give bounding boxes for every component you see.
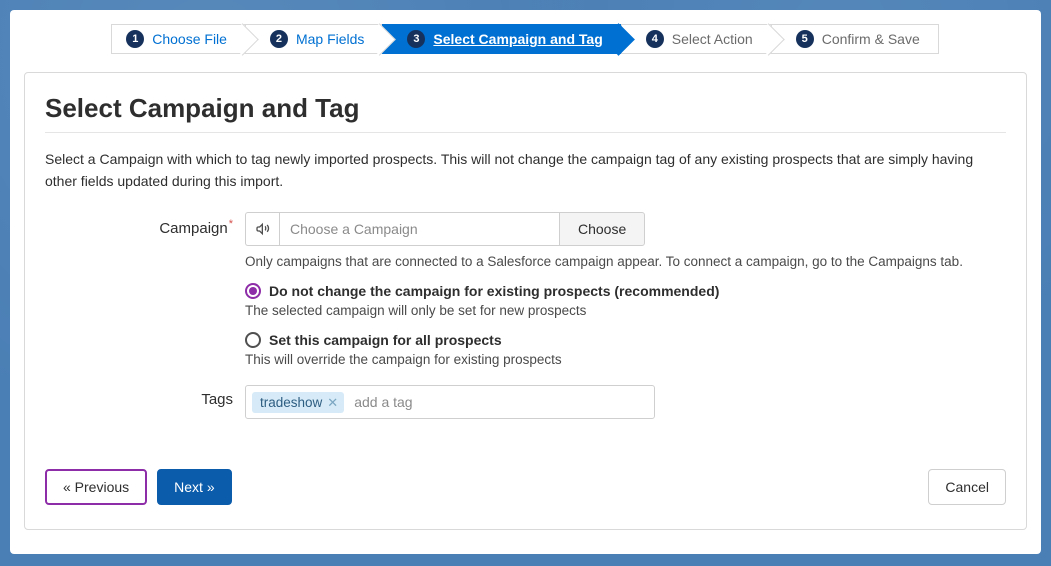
campaign-label: Campaign* — [45, 212, 245, 237]
page-title: Select Campaign and Tag — [45, 93, 1006, 124]
step-number: 2 — [270, 30, 288, 48]
campaign-helper-text: Only campaigns that are connected to a S… — [245, 254, 1006, 269]
step-label: Select Campaign and Tag — [433, 31, 602, 47]
step-label: Confirm & Save — [822, 31, 920, 47]
radio-keep-help: The selected campaign will only be set f… — [245, 303, 1006, 318]
radio-keep-existing[interactable] — [245, 283, 261, 299]
step-number: 3 — [407, 30, 425, 48]
step-number: 4 — [646, 30, 664, 48]
main-panel: Select Campaign and Tag Select a Campaig… — [24, 72, 1027, 530]
bullhorn-icon — [245, 212, 279, 246]
footer-right: Cancel — [928, 469, 1006, 505]
step-number: 1 — [126, 30, 144, 48]
next-button[interactable]: Next » — [157, 469, 231, 505]
tag-chip: tradeshow ✕ — [252, 392, 344, 413]
campaign-input-row: Choose — [245, 212, 1006, 246]
required-marker: * — [229, 218, 233, 230]
tag-text: tradeshow — [260, 395, 322, 410]
campaign-field-block: Choose Only campaigns that are connected… — [245, 212, 1006, 367]
previous-button[interactable]: « Previous — [45, 469, 147, 505]
campaign-label-text: Campaign — [159, 220, 227, 237]
tags-input[interactable] — [350, 390, 648, 414]
remove-tag-icon[interactable]: ✕ — [327, 396, 338, 409]
radio-set-all-label[interactable]: Set this campaign for all prospects — [269, 332, 502, 348]
step-number: 5 — [796, 30, 814, 48]
wizard-step-map-fields[interactable]: 2 Map Fields — [245, 24, 383, 54]
choose-campaign-button[interactable]: Choose — [559, 212, 645, 246]
wizard-step-select-campaign[interactable]: 3 Select Campaign and Tag — [382, 24, 621, 54]
tags-field-block: tradeshow ✕ — [245, 385, 1006, 419]
footer-row: « Previous Next » Cancel — [45, 469, 1006, 505]
form-grid: Campaign* Choose Only campaigns that are… — [45, 212, 1006, 419]
import-wizard-card: 1 Choose File 2 Map Fields 3 Select Camp… — [10, 10, 1041, 554]
tags-input-box[interactable]: tradeshow ✕ — [245, 385, 655, 419]
campaign-input[interactable] — [279, 212, 559, 246]
title-divider — [45, 132, 1006, 133]
radio-set-all[interactable] — [245, 332, 261, 348]
cancel-button[interactable]: Cancel — [928, 469, 1006, 505]
tags-label: Tags — [45, 385, 245, 408]
radio-keep-label[interactable]: Do not change the campaign for existing … — [269, 283, 719, 299]
wizard-step-choose-file[interactable]: 1 Choose File — [111, 24, 246, 54]
step-label: Choose File — [152, 31, 227, 47]
radio-set-all-help: This will override the campaign for exis… — [245, 352, 1006, 367]
step-label: Select Action — [672, 31, 753, 47]
page-description: Select a Campaign with which to tag newl… — [45, 149, 1006, 192]
campaign-option-keep: Do not change the campaign for existing … — [245, 283, 1006, 318]
campaign-option-setall: Set this campaign for all prospects This… — [245, 332, 1006, 367]
step-label: Map Fields — [296, 31, 364, 47]
wizard-steps: 1 Choose File 2 Map Fields 3 Select Camp… — [24, 24, 1027, 54]
wizard-step-confirm-save[interactable]: 5 Confirm & Save — [771, 24, 939, 54]
footer-left: « Previous Next » — [45, 469, 232, 505]
wizard-step-select-action[interactable]: 4 Select Action — [621, 24, 772, 54]
